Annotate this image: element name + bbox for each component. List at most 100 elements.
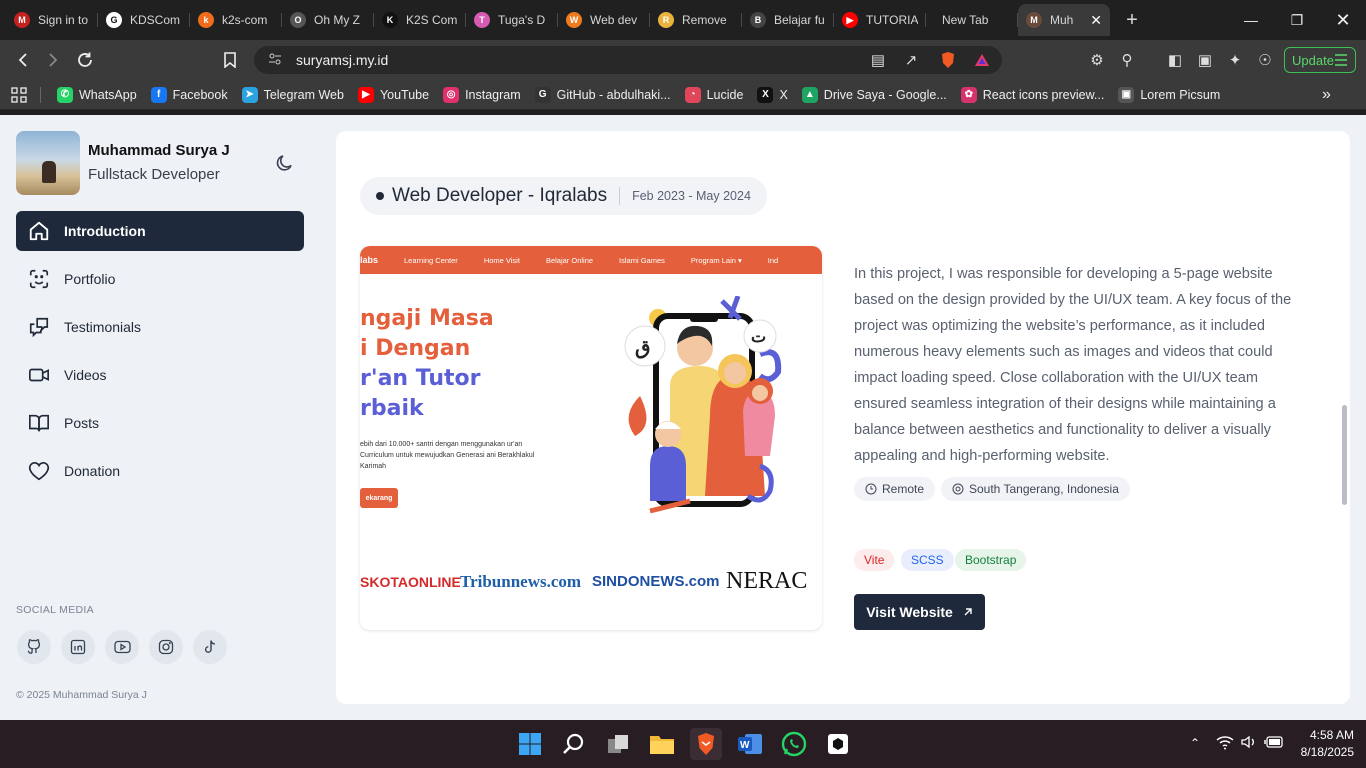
bookmark-item[interactable]: ◎ Instagram [443,86,521,103]
browser-tab[interactable]: M Sign in to [6,4,98,36]
nav-item-testimonials[interactable]: Testimonials [16,307,304,347]
bookmark-item[interactable]: ✿ React icons preview... [960,86,1105,103]
app-box-icon[interactable] [822,728,854,760]
bookmark-item[interactable]: ➤ Telegram Web [241,86,344,103]
task-view-icon[interactable] [602,728,634,760]
browser-tab[interactable]: ▶ TUTORIA [834,4,926,36]
bookmark-label: Instagram [465,87,521,102]
extensions-icon[interactable]: ⚙ [1087,50,1107,70]
browser-tab[interactable]: O Oh My Z [282,4,374,36]
browser-tab[interactable]: T Tuga's D [466,4,558,36]
bookmark-favicon-icon: X [757,86,774,103]
bookmark-item[interactable]: f Facebook [150,86,228,103]
moon-icon[interactable] [274,152,296,174]
bookmark-item[interactable]: ▣ Lorem Picsum [1118,86,1220,103]
tab-title: Sign in to [38,13,89,27]
show-hidden-icons[interactable]: ⌃ [1190,736,1200,750]
more-bookmarks-icon[interactable]: » [1322,86,1331,104]
press-logo: SINDONEWS.com [592,573,720,590]
bookmark-item[interactable]: ▶ YouTube [357,86,430,103]
nav-item-posts[interactable]: Posts [16,403,304,443]
new-tab-button[interactable]: + [1120,9,1144,32]
nav-item-donation[interactable]: Donation [16,451,304,491]
browser-tab[interactable]: M Muh ✕ [1018,4,1110,36]
apps-grid-icon[interactable] [0,86,40,103]
minimize-button[interactable]: — [1228,0,1274,40]
tab-favicon-icon: O [290,12,306,28]
reader-mode-icon[interactable]: ▤ [868,50,888,70]
preview-hero-title: ngaji Masa i Dengan r'an Tutor rbaik [360,304,494,424]
windows-start-icon[interactable] [514,728,546,760]
browser-tab[interactable]: B Belajar fu [742,4,834,36]
bookmark-item[interactable]: ▲ Drive Saya - Google... [801,86,947,103]
tab-favicon-icon: ▶ [842,12,858,28]
system-clock[interactable]: 4:58 AM 8/18/2025 [1290,727,1354,761]
battery-icon[interactable] [1264,735,1284,754]
project-screenshot: labs Learning Center Home Visit Belajar Onl… [360,246,822,630]
nav-item-portfolio[interactable]: Portfolio [16,259,304,299]
browser-tab[interactable]: New Tab [926,4,1018,36]
volume-icon[interactable] [1240,734,1258,755]
update-label: Update [1292,52,1334,68]
bookmark-item[interactable]: XX [757,86,788,103]
wallet-icon[interactable]: ▣ [1195,50,1215,70]
clock-time: 4:58 AM [1309,728,1354,742]
github-icon[interactable] [17,630,51,664]
bookmark-label: YouTube [379,87,430,102]
nav-label: Posts [64,415,100,431]
preview-hero-line: r'an Tutor [360,366,481,391]
brave-rewards-icon[interactable] [972,50,992,70]
file-explorer-icon[interactable] [646,728,678,760]
page-scrollbar[interactable] [1342,405,1347,505]
youtube-icon[interactable] [105,630,139,664]
browser-tab[interactable]: K K2S Com [374,4,466,36]
tab-favicon-icon: G [106,12,122,28]
browser-tab[interactable]: G KDSCom [98,4,190,36]
share-icon[interactable]: ↗ [901,50,921,70]
copyright: © 2025 Muhammad Surya J [16,689,147,701]
brave-browser-icon[interactable] [690,728,722,760]
whatsapp-icon[interactable] [778,728,810,760]
maximize-button[interactable]: ❐ [1274,0,1320,40]
visit-website-button[interactable]: Visit Website [854,594,985,630]
tab-title: New Tab [942,13,989,27]
preview-hero-line: i Dengan [360,336,471,361]
window-close-button[interactable]: ✕ [1320,0,1366,40]
forward-icon[interactable] [38,45,68,75]
preview-nav-item: labs [360,255,379,265]
browser-tab[interactable]: k k2s-com [190,4,282,36]
bookmark-label: React icons preview... [982,87,1105,102]
bookmark-item[interactable]: ✆ WhatsApp [57,86,137,103]
wifi-icon[interactable] [1216,734,1234,755]
search-tab-icon[interactable]: ⚲ [1117,50,1137,70]
bookmark-item[interactable]: ◔ Lucide [684,86,743,103]
browser-tab[interactable]: W Web dev [558,4,650,36]
bookmark-item[interactable]: G GitHub - abdulhaki... [534,86,671,103]
tab-close-icon[interactable]: ✕ [1090,12,1102,29]
bookmark-icon[interactable] [215,45,245,75]
leo-ai-icon[interactable]: ✦ [1225,50,1245,70]
browser-tab[interactable]: R Remove [650,4,742,36]
tech-badge-scss: SCSS [901,549,954,571]
tab-title: Remove [682,13,727,27]
update-button[interactable]: Update [1284,47,1356,73]
bookmark-favicon-icon: ◔ [684,86,701,103]
linkedin-icon[interactable] [61,630,95,664]
address-bar[interactable]: suryamsj.my.id [254,46,1002,74]
reload-icon[interactable] [70,45,100,75]
tab-title: Oh My Z [314,13,361,27]
tiktok-icon[interactable] [193,630,227,664]
nav-item-videos[interactable]: Videos [16,355,304,395]
site-info-icon[interactable] [268,52,282,69]
instagram-icon[interactable] [149,630,183,664]
preview-hero-subtitle: ebih dari 10.000+ santri dengan mengguna… [360,441,535,470]
brave-shields-icon[interactable] [938,50,958,70]
word-icon[interactable]: W [734,728,766,760]
vpn-shield-icon[interactable]: ☉ [1255,50,1275,70]
tech-badge-bootstrap: Bootstrap [955,549,1027,571]
sidebar-toggle-icon[interactable]: ◧ [1165,50,1185,70]
search-icon[interactable] [558,728,590,760]
nav-item-introduction[interactable]: Introduction [16,211,304,251]
family-illustration: ق ت [624,296,782,514]
back-icon[interactable] [8,45,38,75]
